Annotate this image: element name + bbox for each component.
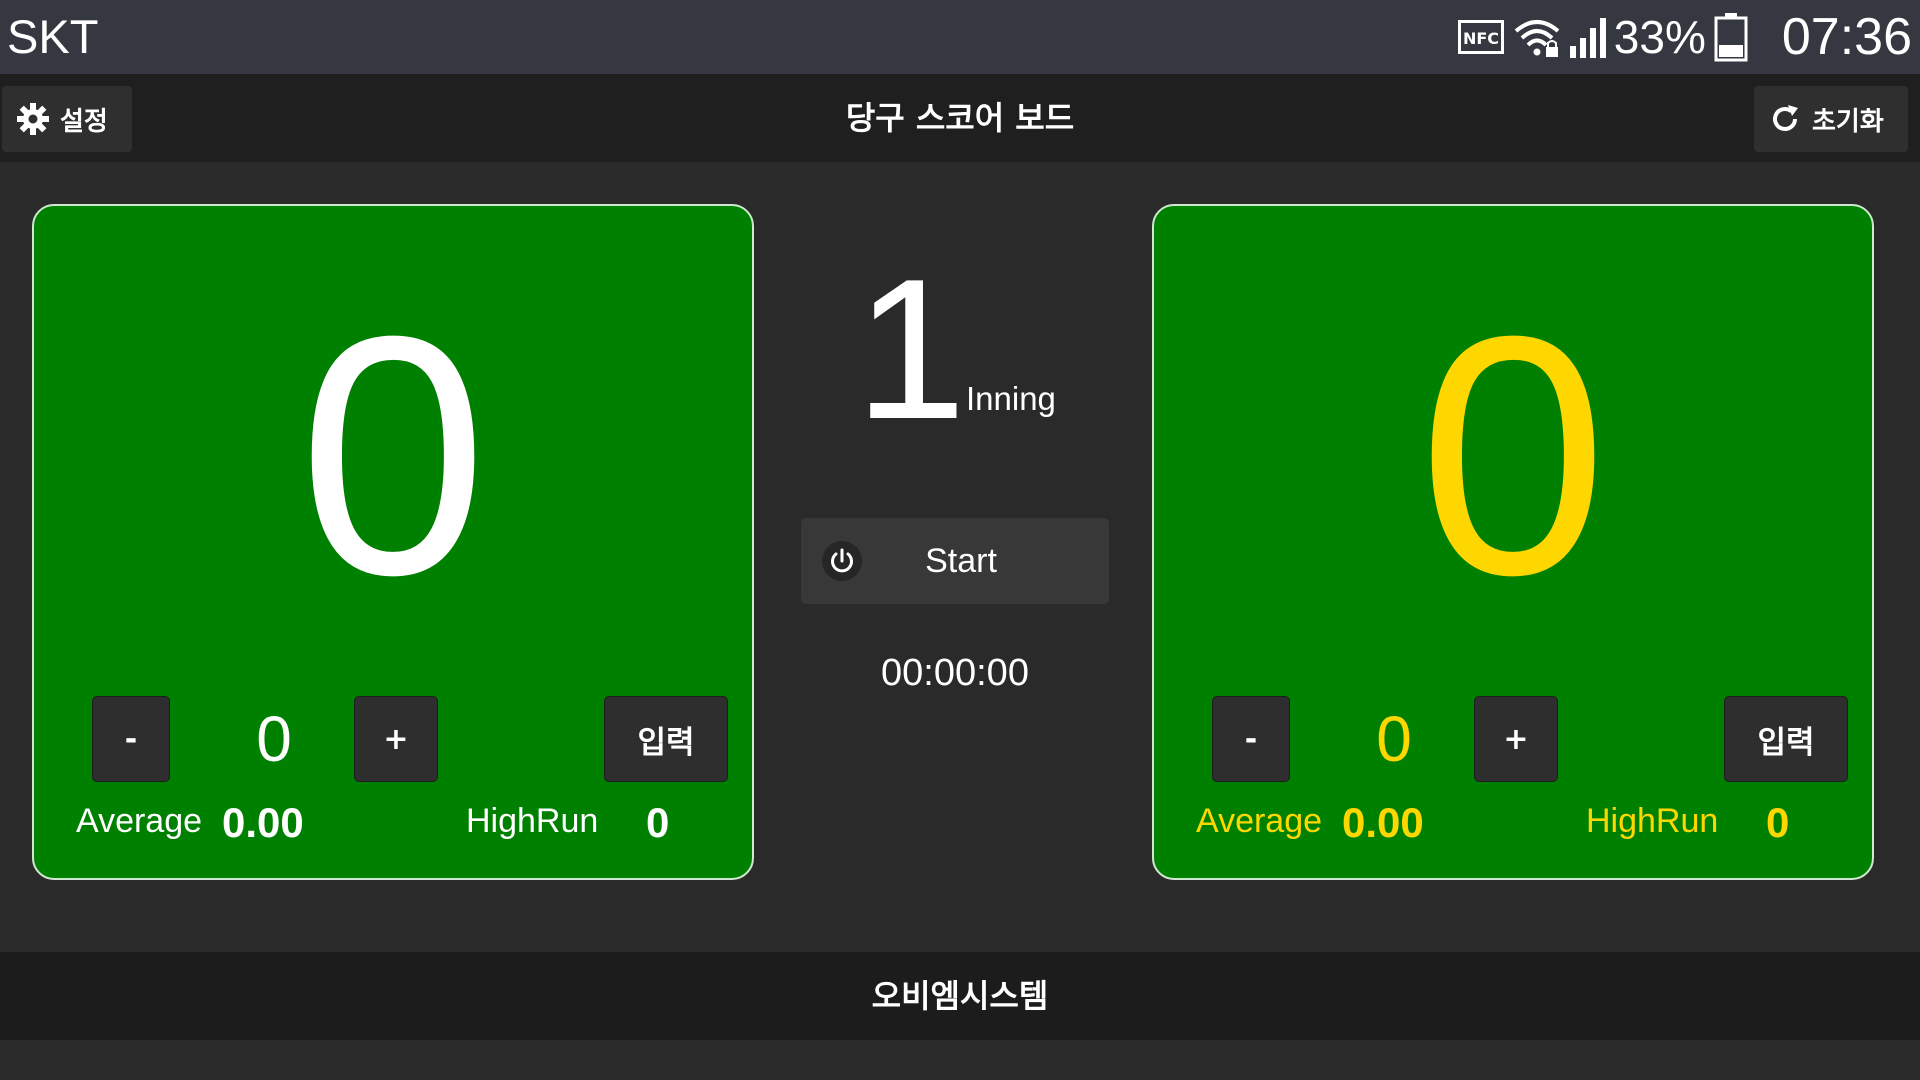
player-1-average-label: Average — [76, 802, 203, 840]
player-2-score[interactable]: 0 — [1154, 266, 1872, 646]
settings-button[interactable]: 설정 — [2, 86, 132, 152]
power-icon — [822, 541, 862, 581]
player-2-average-label: Average — [1196, 802, 1323, 840]
svg-text:NFC: NFC — [1463, 29, 1499, 48]
game-timer: 00:00:00 — [881, 652, 1029, 694]
refresh-icon — [1773, 105, 1798, 131]
footer-brand: 오비엠시스템 — [0, 952, 1920, 1040]
signal-icon — [1569, 18, 1606, 58]
battery-icon — [1714, 13, 1748, 62]
player-2-minus-button[interactable]: - — [1212, 696, 1290, 782]
player-1-panel: 0 - 0 + 입력 Average 0.00 HighRun 0 — [32, 204, 754, 880]
wifi-icon — [1514, 20, 1560, 57]
player-2-panel: 0 - 0 + 입력 Average 0.00 HighRun 0 — [1152, 204, 1874, 880]
app-header: 당구 스코어 보드 설정 초기화 — [0, 74, 1920, 162]
page-title: 당구 스코어 보드 — [845, 99, 1075, 137]
carrier-name: SKT — [7, 10, 99, 63]
player-1-score[interactable]: 0 — [34, 266, 752, 646]
battery-percent: 33% — [1613, 11, 1706, 63]
player-1-highrun-value: 0 — [646, 799, 670, 846]
player-1-highrun-label: HighRun — [466, 802, 599, 840]
player-2-input-button[interactable]: 입력 — [1724, 696, 1848, 782]
settings-label: 설정 — [60, 106, 108, 137]
player-1-input-button[interactable]: 입력 — [604, 696, 728, 782]
player-2-plus-button[interactable]: + — [1474, 696, 1558, 782]
player-2-average-value: 0.00 — [1342, 799, 1424, 846]
reset-label: 초기화 — [1812, 106, 1884, 137]
inning-label: Inning — [966, 380, 1056, 417]
player-1-turn-score: 0 — [256, 703, 292, 775]
player-1-average-value: 0.00 — [222, 799, 304, 846]
reset-button[interactable]: 초기화 — [1754, 86, 1908, 152]
nfc-icon: NFC — [1457, 20, 1504, 54]
status-bar: SKT NFC 33% 07:36 — [0, 0, 1920, 74]
inning-number: 1 — [855, 238, 967, 461]
player-2-highrun-value: 0 — [1766, 799, 1790, 846]
player-2-highrun-label: HighRun — [1586, 802, 1719, 840]
player-1-minus-button[interactable]: - — [92, 696, 170, 782]
player-1-plus-button[interactable]: + — [354, 696, 438, 782]
gear-icon — [17, 103, 49, 135]
start-label: Start — [925, 541, 997, 580]
status-icons: NFC 33% 07:36 — [1457, 0, 1912, 74]
player-2-turn-score: 0 — [1376, 703, 1412, 775]
clock: 07:36 — [1781, 8, 1912, 66]
start-button[interactable]: Start — [801, 518, 1109, 604]
